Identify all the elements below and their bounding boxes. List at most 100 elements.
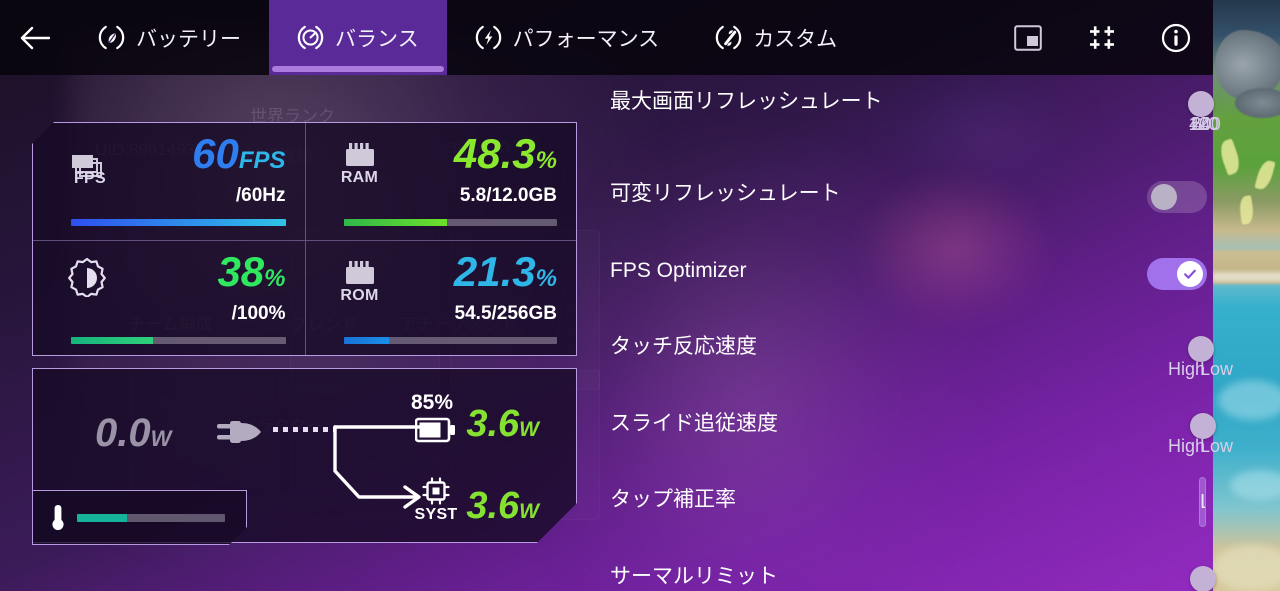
- tick-240: 240: [1190, 114, 1221, 134]
- stat-cell-rom: ROM 21.3% 54.5/256GB: [304, 241, 577, 356]
- setting-row-tap-correction-rate: タップ補正率 Low High: [610, 477, 1213, 549]
- collapse-button[interactable]: [1065, 0, 1139, 75]
- stat-rom-icon-label: ROM: [340, 287, 379, 304]
- setting-label-touch-response-speed: タッチ反応速度: [610, 335, 757, 358]
- tab-balance-label: バランス: [335, 27, 419, 51]
- battery-icon: [415, 417, 457, 443]
- setting-row-fps-optimizer: FPS Optimizer: [610, 256, 1213, 320]
- back-button[interactable]: [0, 0, 70, 75]
- setting-control-touch-response-speed: Low High: [900, 332, 1233, 396]
- setting-row-touch-response-speed: タッチ反応速度 Low High: [610, 332, 1233, 396]
- toggle-knob: [1177, 261, 1203, 287]
- tab-battery[interactable]: バッテリー: [70, 0, 269, 75]
- leaf-gauge-icon: [98, 25, 125, 50]
- setting-row-thermal-limit: サーマルリミット Low High: [610, 562, 1233, 591]
- collapse-arrows-icon: [1090, 25, 1114, 49]
- stat-ram-icon-label: RAM: [340, 169, 379, 186]
- stat-fps-icon-label: FPS: [73, 170, 107, 187]
- syst-label: SYST: [414, 506, 458, 523]
- slider-thumb[interactable]: [1188, 90, 1215, 117]
- slider-end-labels: Low High: [1168, 359, 1233, 381]
- background-shore: [1212, 545, 1280, 591]
- brightness-icon: [68, 257, 106, 297]
- stat-ram-bar: [343, 219, 557, 226]
- picture-in-picture-button[interactable]: [991, 0, 1065, 75]
- setting-control-max-refresh-rate: 40 60 120 240: [900, 87, 1221, 151]
- stat-rom-bar: [343, 337, 557, 344]
- tab-battery-label: バッテリー: [136, 27, 241, 51]
- game-overlay-screen: UID:896149372 世界ランク 討伐線績 385/500 チーム編成 フ…: [0, 0, 1280, 591]
- slider-thumb[interactable]: [1189, 565, 1216, 591]
- memory-chip-icon: [345, 143, 374, 166]
- stats-row-top: FPS 60FPS /60Hz RAM 48.3% 5.8/12.0GB: [33, 123, 576, 240]
- stat-ram-sub: 5.8/12.0GB: [459, 185, 557, 206]
- settings-list: 最大画面リフレッシュレート 40 60 120 240 可変リフレッシュレート …: [610, 75, 1233, 591]
- slider-end-labels: Low High: [1168, 436, 1233, 458]
- setting-control-variable-refresh-rate: [900, 179, 1213, 243]
- setting-control-fps-optimizer: [900, 256, 1213, 320]
- tab-custom-label: カスタム: [753, 27, 838, 51]
- stat-rom-value: 21.3%: [453, 248, 557, 295]
- setting-label-slide-follow-speed: スライド追従速度: [610, 412, 778, 435]
- stat-cell-fps: FPS 60FPS /60Hz: [33, 123, 305, 240]
- background-leaf: [1254, 158, 1276, 192]
- thermometer-icon: [49, 503, 67, 533]
- info-button[interactable]: [1139, 0, 1213, 75]
- tab-custom[interactable]: カスタム: [687, 0, 865, 75]
- stat-fps-bar: [71, 219, 286, 226]
- setting-control-slide-follow-speed: Low High: [900, 409, 1233, 473]
- stat-brightness-value: 38%: [217, 248, 286, 295]
- battery-power-value: 3.6W: [466, 403, 539, 445]
- setting-row-slide-follow-speed: スライド追従速度 Low High: [610, 409, 1233, 473]
- setting-label-thermal-limit: サーマルリミット: [610, 565, 778, 588]
- tap-correction-segmented-control: Low High: [1199, 477, 1206, 527]
- check-icon: [1184, 269, 1196, 279]
- setting-row-max-refresh-rate: 最大画面リフレッシュレート 40 60 120 240: [610, 87, 1221, 151]
- battery-percentage: 85%: [411, 391, 454, 414]
- setting-row-variable-refresh-rate: 可変リフレッシュレート: [610, 179, 1213, 243]
- wrench-gauge-icon: [716, 25, 742, 50]
- stat-cell-brightness: 38% /100%: [33, 241, 305, 356]
- bolt-gauge-icon: [475, 25, 501, 50]
- power-plug-icon: [217, 415, 265, 449]
- balance-gauge-icon: [297, 25, 324, 50]
- power-input-value: 0.0W: [95, 411, 172, 455]
- tab-performance[interactable]: パフォーマンス: [447, 0, 688, 75]
- toggle-knob: [1151, 184, 1177, 210]
- tab-balance[interactable]: バランス: [269, 0, 447, 75]
- background-wave: [1230, 470, 1280, 500]
- temperature-panel: [32, 490, 247, 545]
- background-leaf: [1238, 195, 1255, 225]
- segment-low[interactable]: Low: [1200, 478, 1205, 526]
- system-stats-panel: FPS 60FPS /60Hz RAM 48.3% 5.8/12.0GB 38%…: [32, 122, 577, 356]
- back-arrow-icon: [20, 26, 50, 49]
- slider-thumb[interactable]: [1189, 412, 1216, 439]
- info-circle-icon: [1161, 23, 1191, 52]
- stat-fps-sub: /60Hz: [235, 185, 286, 206]
- background-leaf: [1216, 138, 1244, 176]
- system-power-value: 3.6W: [466, 485, 539, 527]
- slider-high-label: High: [1167, 359, 1205, 379]
- setting-label-variable-refresh-rate: 可変リフレッシュレート: [610, 182, 841, 205]
- setting-label-fps-optimizer: FPS Optimizer: [610, 259, 747, 282]
- variable-refresh-rate-toggle[interactable]: [1147, 181, 1207, 213]
- stat-brightness-sub: /100%: [231, 303, 286, 324]
- setting-label-max-refresh-rate: 最大画面リフレッシュレート: [610, 90, 883, 113]
- slider-tick-labels: 40 60 120 240: [1189, 114, 1221, 136]
- setting-label-tap-correction-rate: タップ補正率: [610, 488, 736, 511]
- setting-control-thermal-limit: Low High: [900, 562, 1233, 591]
- background-rock-secondary: [1235, 88, 1280, 118]
- power-dotted-connection: [273, 427, 335, 432]
- slider-thumb[interactable]: [1188, 335, 1215, 362]
- memory-chip-icon: [345, 261, 374, 284]
- stat-cell-ram: RAM 48.3% 5.8/12.0GB: [304, 123, 577, 240]
- top-toolbar: バッテリー バランス パフォーマンス カスタム: [0, 0, 1213, 75]
- stat-rom-sub: 54.5/256GB: [454, 303, 557, 324]
- cpu-chip-icon: [421, 476, 451, 506]
- stat-ram-value: 48.3%: [453, 130, 557, 177]
- background-wave: [1218, 380, 1280, 420]
- tab-performance-label: パフォーマンス: [512, 27, 660, 51]
- picture-in-picture-icon: [1014, 24, 1042, 51]
- background-foam: [1212, 272, 1280, 282]
- fps-optimizer-toggle[interactable]: [1147, 258, 1207, 290]
